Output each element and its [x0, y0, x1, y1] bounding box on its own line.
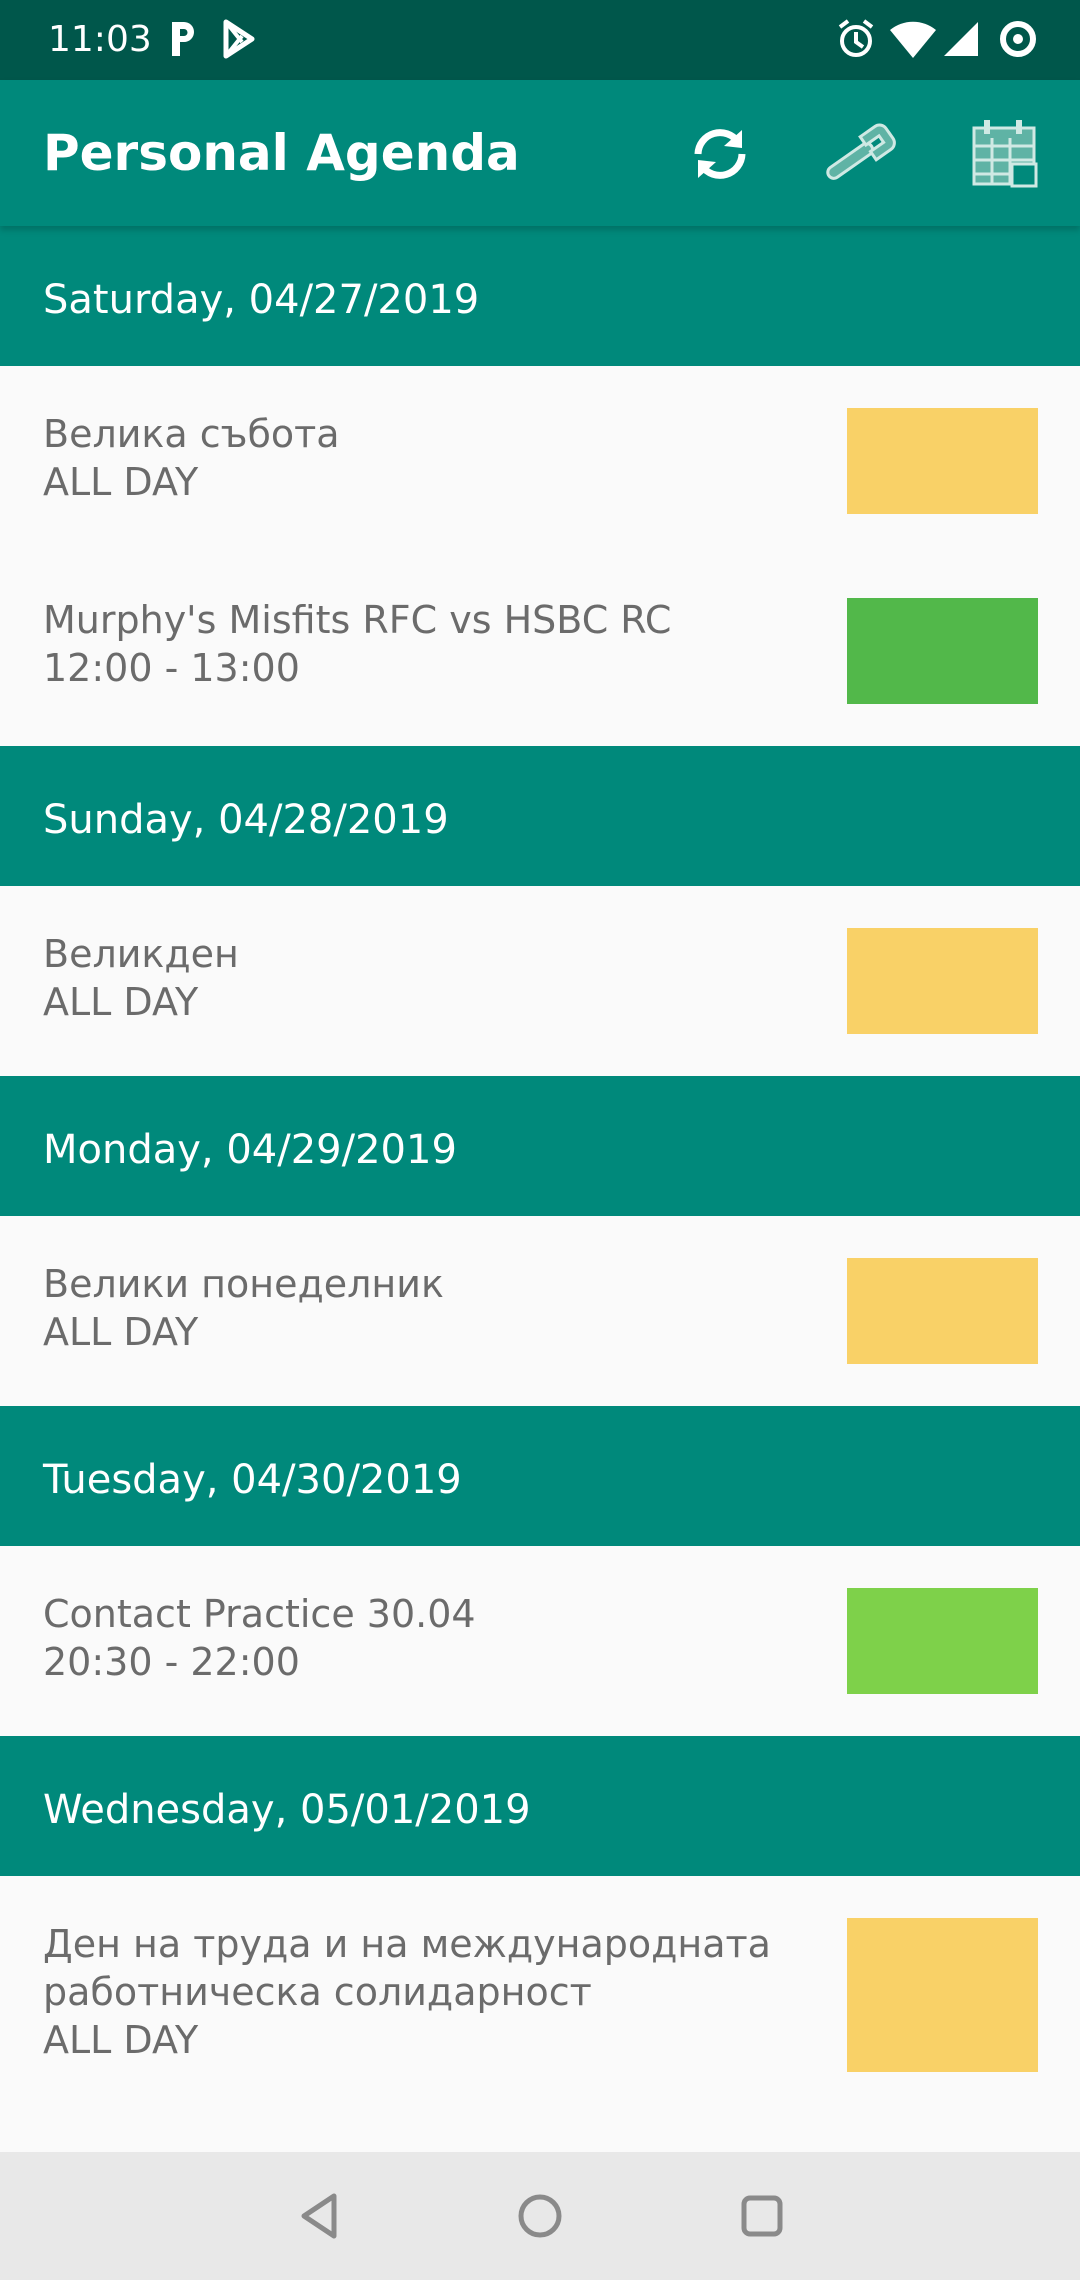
cell-signal-icon	[944, 22, 978, 56]
calendar-grid-icon	[972, 120, 1038, 188]
list-item[interactable]: Великден ALL DAY	[0, 886, 1080, 1076]
event-title-line: Ден на труда и на международната	[43, 1922, 771, 1966]
day-header: Wednesday, 05/01/2019	[0, 1736, 1080, 1876]
list-item[interactable]: Велики понеделник ALL DAY	[0, 1216, 1080, 1406]
home-button[interactable]	[510, 2186, 570, 2246]
event-time: ALL DAY	[43, 1310, 199, 1354]
event-color-swatch	[847, 928, 1038, 1034]
event-title: Великден	[43, 932, 239, 976]
sync-icon	[694, 129, 746, 179]
system-nav-bar	[0, 2152, 1080, 2280]
agenda-list: Saturday, 04/27/2019 Велика събота ALL D…	[0, 226, 1080, 2152]
wifi-icon	[890, 21, 936, 58]
back-button[interactable]	[290, 2186, 350, 2246]
event-color-swatch	[847, 408, 1038, 514]
home-icon	[518, 2194, 562, 2238]
day-header: Monday, 04/29/2019	[0, 1076, 1080, 1216]
event-title: Contact Practice 30.04	[43, 1592, 476, 1636]
back-icon	[301, 2193, 337, 2239]
event-title: Велики понеделник	[43, 1262, 444, 1306]
event-time: ALL DAY	[43, 2018, 199, 2062]
list-item[interactable]: Ден на труда и на международната работни…	[0, 1876, 1080, 2116]
day-header: Tuesday, 04/30/2019	[0, 1406, 1080, 1546]
day-header: Saturday, 04/27/2019	[0, 226, 1080, 366]
event-color-swatch	[847, 598, 1038, 704]
day-header-label: Wednesday, 05/01/2019	[43, 1787, 531, 1833]
calendar-view-button[interactable]	[970, 118, 1042, 190]
event-title-line: работническа солидарност	[43, 1970, 592, 2014]
parking-notification-icon	[172, 22, 194, 56]
wrench-icon	[826, 123, 896, 180]
list-item[interactable]: Велика събота ALL DAY	[0, 366, 1080, 556]
event-title: Murphy's Misfits RFC vs HSBC RC	[43, 598, 672, 642]
day-header-label: Sunday, 04/28/2019	[43, 797, 449, 843]
day-header-label: Monday, 04/29/2019	[43, 1127, 457, 1173]
event-time: ALL DAY	[43, 460, 199, 504]
recents-icon	[741, 2195, 783, 2237]
day-header: Sunday, 04/28/2019	[0, 746, 1080, 886]
status-time: 11:03	[48, 19, 152, 60]
data-saver-icon	[1000, 21, 1036, 57]
settings-button[interactable]	[820, 118, 896, 190]
page-title: Personal Agenda	[43, 124, 520, 182]
play-store-notification-icon	[223, 19, 255, 59]
alarm-icon	[838, 19, 874, 57]
event-title: Велика събота	[43, 412, 340, 456]
sync-button[interactable]	[684, 118, 756, 190]
list-item[interactable]: Murphy's Misfits RFC vs HSBC RC 12:00 - …	[0, 556, 1080, 746]
event-color-swatch	[847, 1918, 1038, 2072]
status-bar: 11:03	[0, 0, 1080, 80]
recents-button[interactable]	[732, 2186, 792, 2246]
day-header-label: Saturday, 04/27/2019	[43, 277, 480, 323]
app-bar: Personal Agenda	[0, 80, 1080, 226]
event-time: 20:30 - 22:00	[43, 1640, 300, 1684]
event-color-swatch	[847, 1258, 1038, 1364]
event-time: ALL DAY	[43, 980, 199, 1024]
day-header-label: Tuesday, 04/30/2019	[43, 1457, 462, 1503]
event-time: 12:00 - 13:00	[43, 646, 300, 690]
list-item[interactable]: Contact Practice 30.04 20:30 - 22:00	[0, 1546, 1080, 1736]
event-color-swatch	[847, 1588, 1038, 1694]
